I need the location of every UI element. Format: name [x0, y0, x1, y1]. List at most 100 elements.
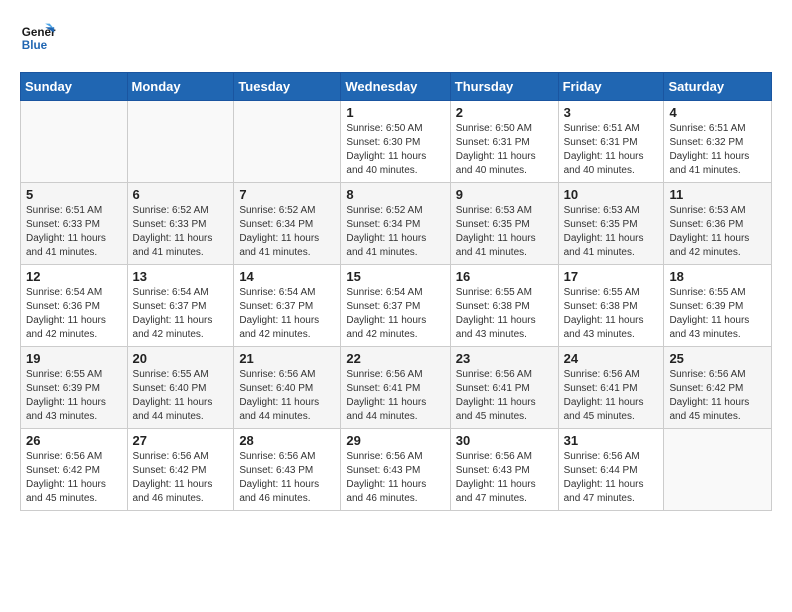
day-number: 23 [456, 351, 553, 366]
day-number: 3 [564, 105, 659, 120]
day-info: Sunrise: 6:56 AM Sunset: 6:42 PM Dayligh… [133, 450, 229, 506]
calendar-cell: 28Sunrise: 6:56 AM Sunset: 6:43 PM Dayli… [234, 429, 341, 511]
day-info: Sunrise: 6:56 AM Sunset: 6:43 PM Dayligh… [346, 450, 444, 506]
col-header-sunday: Sunday [21, 73, 128, 101]
week-row-4: 19 Sunrise: 6:55 AM Sunset: 6:39 PM Dayli… [21, 347, 772, 429]
day-number: 11 [669, 187, 766, 202]
calendar-cell: 29 Sunrise: 6:56 AM Sunset: 6:43 PM Dayli… [341, 429, 450, 511]
calendar-cell: 10 Sunrise: 6:53 AM Sunset: 6:35 PM Dayli… [558, 183, 664, 265]
col-header-thursday: Thursday [450, 73, 558, 101]
calendar-cell [21, 101, 128, 183]
day-info: Sunrise: 6:56 AM Sunset: 6:43 PM Dayligh… [239, 450, 335, 506]
day-number: 14 [239, 269, 335, 284]
calendar-cell [234, 101, 341, 183]
calendar-cell: 14Sunrise: 6:54 AM Sunset: 6:37 PM Dayli… [234, 265, 341, 347]
calendar-cell: 30 Sunrise: 6:56 AM Sunset: 6:43 PM Dayli… [450, 429, 558, 511]
calendar-cell: 16 Sunrise: 6:55 AM Sunset: 6:38 PM Dayli… [450, 265, 558, 347]
day-info: Sunrise: 6:55 AM Sunset: 6:38 PM Dayligh… [456, 286, 553, 342]
col-header-tuesday: Tuesday [234, 73, 341, 101]
day-number: 21 [239, 351, 335, 366]
day-info: Sunrise: 6:56 AM Sunset: 6:42 PM Dayligh… [669, 368, 766, 424]
calendar-cell: 18 Sunrise: 6:55 AM Sunset: 6:39 PM Dayli… [664, 265, 772, 347]
calendar-table: SundayMondayTuesdayWednesdayThursdayFrid… [20, 72, 772, 511]
page-header: General Blue [20, 20, 772, 56]
calendar-cell: 31 Sunrise: 6:56 AM Sunset: 6:44 PM Dayli… [558, 429, 664, 511]
day-number: 5 [26, 187, 122, 202]
day-info: Sunrise: 6:55 AM Sunset: 6:40 PM Dayligh… [133, 368, 229, 424]
day-number: 6 [133, 187, 229, 202]
day-info: Sunrise: 6:53 AM Sunset: 6:35 PM Dayligh… [456, 204, 553, 260]
day-info: Sunrise: 6:52 AM Sunset: 6:34 PM Dayligh… [346, 204, 444, 260]
day-number: 13 [133, 269, 229, 284]
calendar-cell: 17Sunrise: 6:55 AM Sunset: 6:38 PM Dayli… [558, 265, 664, 347]
day-info: Sunrise: 6:56 AM Sunset: 6:44 PM Dayligh… [564, 450, 659, 506]
day-number: 2 [456, 105, 553, 120]
day-info: Sunrise: 6:51 AM Sunset: 6:31 PM Dayligh… [564, 122, 659, 178]
day-info: Sunrise: 6:56 AM Sunset: 6:42 PM Dayligh… [26, 450, 122, 506]
day-info: Sunrise: 6:50 AM Sunset: 6:31 PM Dayligh… [456, 122, 553, 178]
calendar-cell: 26Sunrise: 6:56 AM Sunset: 6:42 PM Dayli… [21, 429, 128, 511]
calendar-cell: 20 Sunrise: 6:55 AM Sunset: 6:40 PM Dayli… [127, 347, 234, 429]
day-info: Sunrise: 6:53 AM Sunset: 6:35 PM Dayligh… [564, 204, 659, 260]
svg-text:Blue: Blue [22, 39, 48, 52]
day-info: Sunrise: 6:56 AM Sunset: 6:41 PM Dayligh… [456, 368, 553, 424]
day-number: 15 [346, 269, 444, 284]
calendar-cell: 11 Sunrise: 6:53 AM Sunset: 6:36 PM Dayli… [664, 183, 772, 265]
day-info: Sunrise: 6:55 AM Sunset: 6:39 PM Dayligh… [669, 286, 766, 342]
logo-icon: General Blue [20, 20, 56, 56]
day-number: 29 [346, 433, 444, 448]
day-info: Sunrise: 6:50 AM Sunset: 6:30 PM Dayligh… [346, 122, 444, 178]
col-header-saturday: Saturday [664, 73, 772, 101]
day-info: Sunrise: 6:55 AM Sunset: 6:39 PM Dayligh… [26, 368, 122, 424]
calendar-cell: 8Sunrise: 6:52 AM Sunset: 6:34 PM Daylig… [341, 183, 450, 265]
week-row-1: 1 Sunrise: 6:50 AM Sunset: 6:30 PM Daylig… [21, 101, 772, 183]
day-number: 31 [564, 433, 659, 448]
day-number: 18 [669, 269, 766, 284]
calendar-cell: 6 Sunrise: 6:52 AM Sunset: 6:33 PM Daylig… [127, 183, 234, 265]
day-number: 12 [26, 269, 122, 284]
calendar-cell: 13 Sunrise: 6:54 AM Sunset: 6:37 PM Dayli… [127, 265, 234, 347]
day-info: Sunrise: 6:54 AM Sunset: 6:37 PM Dayligh… [133, 286, 229, 342]
day-info: Sunrise: 6:51 AM Sunset: 6:32 PM Dayligh… [669, 122, 766, 178]
col-header-wednesday: Wednesday [341, 73, 450, 101]
day-number: 10 [564, 187, 659, 202]
calendar-cell: 1 Sunrise: 6:50 AM Sunset: 6:30 PM Daylig… [341, 101, 450, 183]
logo: General Blue [20, 20, 56, 56]
day-info: Sunrise: 6:53 AM Sunset: 6:36 PM Dayligh… [669, 204, 766, 260]
day-number: 24 [564, 351, 659, 366]
calendar-cell: 3 Sunrise: 6:51 AM Sunset: 6:31 PM Daylig… [558, 101, 664, 183]
calendar-cell: 5Sunrise: 6:51 AM Sunset: 6:33 PM Daylig… [21, 183, 128, 265]
day-info: Sunrise: 6:55 AM Sunset: 6:38 PM Dayligh… [564, 286, 659, 342]
day-number: 19 [26, 351, 122, 366]
day-info: Sunrise: 6:52 AM Sunset: 6:34 PM Dayligh… [239, 204, 335, 260]
day-number: 25 [669, 351, 766, 366]
calendar-cell: 22 Sunrise: 6:56 AM Sunset: 6:41 PM Dayli… [341, 347, 450, 429]
col-header-monday: Monday [127, 73, 234, 101]
calendar-cell: 7 Sunrise: 6:52 AM Sunset: 6:34 PM Daylig… [234, 183, 341, 265]
day-number: 16 [456, 269, 553, 284]
calendar-cell: 12Sunrise: 6:54 AM Sunset: 6:36 PM Dayli… [21, 265, 128, 347]
calendar-cell: 23 Sunrise: 6:56 AM Sunset: 6:41 PM Dayli… [450, 347, 558, 429]
day-info: Sunrise: 6:56 AM Sunset: 6:41 PM Dayligh… [564, 368, 659, 424]
calendar-cell [664, 429, 772, 511]
calendar-cell: 9Sunrise: 6:53 AM Sunset: 6:35 PM Daylig… [450, 183, 558, 265]
day-number: 7 [239, 187, 335, 202]
day-info: Sunrise: 6:56 AM Sunset: 6:40 PM Dayligh… [239, 368, 335, 424]
day-number: 27 [133, 433, 229, 448]
day-info: Sunrise: 6:52 AM Sunset: 6:33 PM Dayligh… [133, 204, 229, 260]
day-info: Sunrise: 6:56 AM Sunset: 6:43 PM Dayligh… [456, 450, 553, 506]
day-number: 20 [133, 351, 229, 366]
calendar-cell: 2 Sunrise: 6:50 AM Sunset: 6:31 PM Daylig… [450, 101, 558, 183]
calendar-cell: 27 Sunrise: 6:56 AM Sunset: 6:42 PM Dayli… [127, 429, 234, 511]
calendar-cell: 15 Sunrise: 6:54 AM Sunset: 6:37 PM Dayli… [341, 265, 450, 347]
calendar-cell [127, 101, 234, 183]
day-number: 30 [456, 433, 553, 448]
calendar-header-row: SundayMondayTuesdayWednesdayThursdayFrid… [21, 73, 772, 101]
calendar-cell: 19 Sunrise: 6:55 AM Sunset: 6:39 PM Dayli… [21, 347, 128, 429]
calendar-cell: 4Sunrise: 6:51 AM Sunset: 6:32 PM Daylig… [664, 101, 772, 183]
day-number: 1 [346, 105, 444, 120]
day-info: Sunrise: 6:56 AM Sunset: 6:41 PM Dayligh… [346, 368, 444, 424]
day-number: 22 [346, 351, 444, 366]
day-info: Sunrise: 6:54 AM Sunset: 6:37 PM Dayligh… [346, 286, 444, 342]
week-row-3: 12Sunrise: 6:54 AM Sunset: 6:36 PM Dayli… [21, 265, 772, 347]
